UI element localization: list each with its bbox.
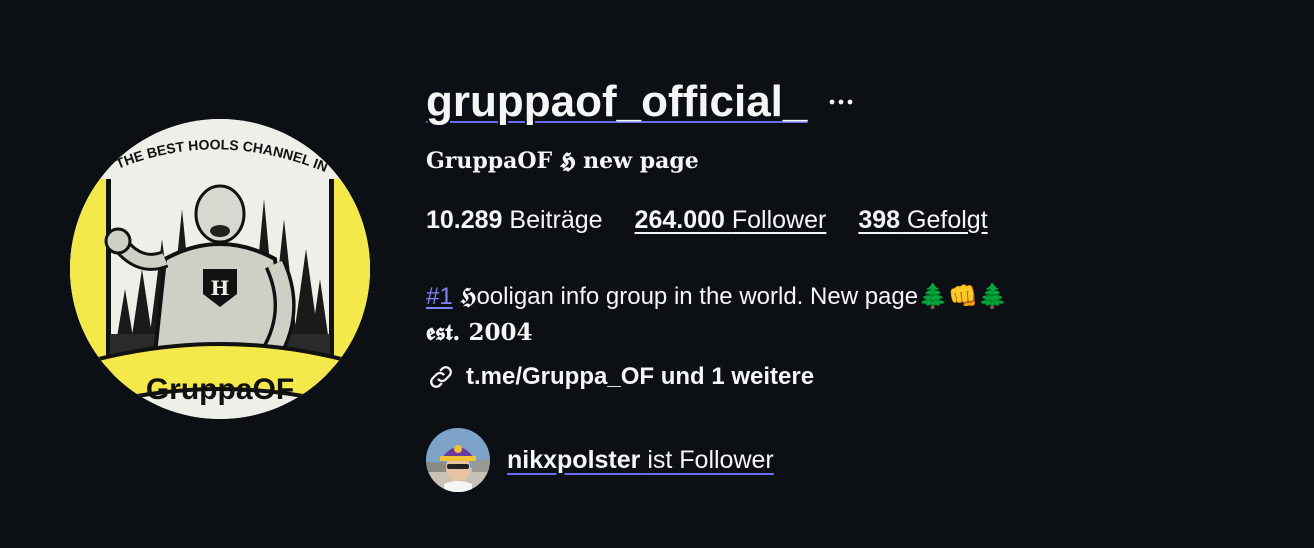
more-horizontal-icon	[829, 99, 853, 105]
stat-following[interactable]: 398 Gefolgt	[858, 206, 987, 235]
follower-username: nikxpolster	[507, 445, 641, 474]
profile-stats: 10.289 Beiträge 264.000 Follower 398 Gef…	[426, 206, 1020, 235]
bio-line-2: 𝖊𝖘𝖙. 2004	[426, 319, 533, 346]
stat-posts: 10.289 Beiträge	[426, 206, 603, 235]
profile-bio: #1 𝕳ooligan info group in the world. New…	[426, 284, 1008, 392]
profile-avatar[interactable]: H THE BEST HOOLS CHANNEL IN THE WORLD Gr…	[70, 119, 370, 419]
profile-header: gruppaof_official_ GruppaOF 𝕳 new page 1…	[426, 72, 1286, 492]
follower-avatar[interactable]	[426, 428, 490, 492]
external-link[interactable]: t.me/Gruppa_OF und 1 weitere	[426, 362, 1008, 392]
follower-avatar-image	[426, 428, 490, 492]
posts-count: 10.289	[426, 206, 503, 234]
following-count: 398	[858, 206, 901, 234]
posts-label: Beiträge	[509, 206, 603, 234]
stat-followers[interactable]: 264.000 Follower	[635, 206, 827, 235]
external-link-text: t.me/Gruppa_OF und 1 weitere	[466, 363, 815, 390]
profile-display-name: GruppaOF 𝕳 new page	[426, 148, 699, 174]
username-row: gruppaof_official_	[426, 72, 1286, 132]
following-label: Gefolgt	[907, 206, 988, 234]
followers-label: Follower	[731, 206, 827, 234]
avatar-image: H THE BEST HOOLS CHANNEL IN THE WORLD Gr…	[70, 119, 370, 419]
avatar-banner-text: GruppaOF	[146, 373, 294, 406]
link-icon	[430, 366, 452, 388]
more-options-button[interactable]	[829, 84, 853, 112]
followed-by-suffix: ist Follower	[640, 445, 774, 474]
followers-count: 264.000	[634, 206, 725, 234]
bio-hashtag-link[interactable]: #1	[426, 283, 453, 310]
followed-by-row: nikxpolster ist Follower	[426, 428, 774, 492]
bio-line-1-text: 𝕳ooligan info group in the world. New pa…	[452, 283, 1008, 310]
avatar-shield-letter: H	[211, 276, 230, 300]
followed-by-text[interactable]: nikxpolster ist Follower	[507, 446, 774, 475]
profile-username[interactable]: gruppaof_official_	[426, 77, 807, 127]
bio-line-1: #1 𝕳ooligan info group in the world. New…	[426, 284, 1008, 320]
